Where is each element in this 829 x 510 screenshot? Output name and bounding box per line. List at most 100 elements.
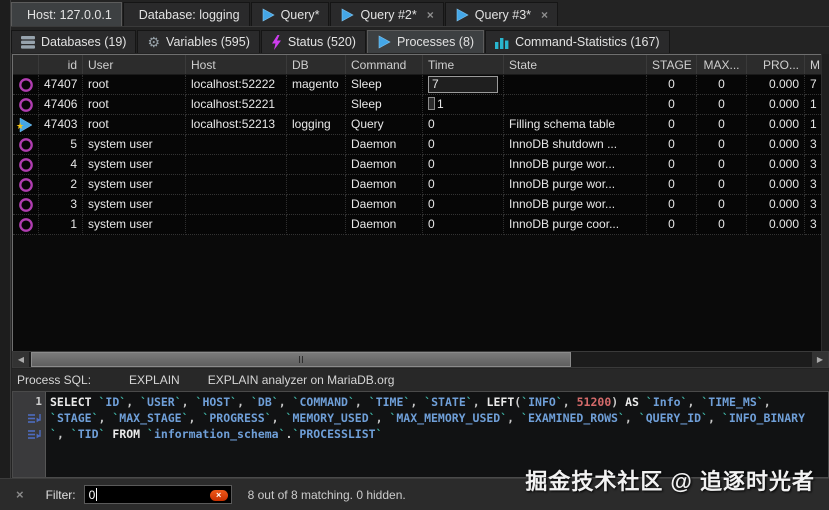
column-header-command[interactable]: Command [346,55,423,74]
cell-user[interactable]: system user [83,215,186,235]
tab-database[interactable]: Database: logging [123,2,250,26]
scrollbar-track[interactable] [29,352,812,367]
cell-id[interactable]: 4 [39,155,83,175]
cell-state[interactable]: InnoDB purge wor... [504,175,647,195]
sub-tab-status[interactable]: Status (520) [261,30,366,53]
cell-command[interactable]: Daemon [346,135,423,155]
cell-db[interactable] [287,175,346,195]
cell-icon[interactable] [13,95,39,115]
cell-stage[interactable]: 0 [647,195,697,215]
cell-pro[interactable]: 0.000 [747,175,805,195]
cell-state[interactable] [504,75,647,95]
cell-time[interactable]: 0 [423,195,504,215]
cell-host[interactable] [186,215,287,235]
tab-query-2[interactable]: Query #2*× [330,2,443,26]
cell-stage[interactable]: 0 [647,155,697,175]
scrollbar-thumb[interactable] [31,352,571,367]
cell-state[interactable] [504,95,647,115]
sub-tab-variables[interactable]: ⚙Variables (595) [137,30,259,53]
cell-max[interactable]: 0 [697,75,747,95]
cell-pro[interactable]: 0.000 [747,195,805,215]
cell-host[interactable] [186,155,287,175]
column-header-icon[interactable] [13,55,39,74]
sub-tab-processes[interactable]: Processes (8) [367,30,484,53]
cell-time[interactable]: 0 [423,175,504,195]
cell-max[interactable]: 0 [697,135,747,155]
process-row[interactable]: 5system userDaemon0InnoDB shutdown ...00… [13,135,829,155]
explain-analyzer-button[interactable]: EXPLAIN analyzer on MariaDB.org [208,373,395,387]
cell-icon[interactable] [13,75,39,95]
cell-icon[interactable] [13,175,39,195]
cell-host[interactable]: localhost:52221 [186,95,287,115]
cell-time[interactable]: 7 [423,75,504,95]
cell-pro[interactable]: 0.000 [747,155,805,175]
close-tab-icon[interactable]: × [427,8,434,22]
cell-pro[interactable]: 0.000 [747,75,805,95]
cell-stage[interactable]: 0 [647,175,697,195]
cell-host[interactable]: localhost:52213 [186,115,287,135]
cell-user[interactable]: root [83,95,186,115]
cell-db[interactable]: logging [287,115,346,135]
cell-db[interactable] [287,215,346,235]
process-row[interactable]: 1system userDaemon0InnoDB purge coor...0… [13,215,829,235]
cell-db[interactable]: magento [287,75,346,95]
cell-pro[interactable]: 0.000 [747,135,805,155]
vertical-scrollbar[interactable] [821,54,829,351]
cell-id[interactable]: 1 [39,215,83,235]
cell-user[interactable]: system user [83,135,186,155]
sub-tab-databases[interactable]: Databases (19) [11,30,136,53]
cell-user[interactable]: system user [83,155,186,175]
cell-max[interactable]: 0 [697,215,747,235]
cell-stage[interactable]: 0 [647,215,697,235]
cell-time[interactable]: 0 [423,135,504,155]
cell-state[interactable]: Filling schema table [504,115,647,135]
cell-host[interactable] [186,135,287,155]
cell-command[interactable]: Daemon [346,155,423,175]
cell-user[interactable]: root [83,75,186,95]
column-header-state[interactable]: State [504,55,647,74]
column-header-db[interactable]: DB [287,55,346,74]
cell-id[interactable]: 2 [39,175,83,195]
cell-host[interactable] [186,175,287,195]
cell-user[interactable]: system user [83,175,186,195]
inline-cell-editor[interactable]: 7 [428,76,498,93]
cell-command[interactable]: Daemon [346,175,423,195]
process-row[interactable]: 47407rootlocalhost:52222magentoSleep7000… [13,75,829,95]
cell-host[interactable] [186,195,287,215]
column-header-host[interactable]: Host [186,55,287,74]
cell-host[interactable]: localhost:52222 [186,75,287,95]
cell-icon[interactable]: ★ [13,115,39,135]
cell-pro[interactable]: 0.000 [747,95,805,115]
cell-id[interactable]: 5 [39,135,83,155]
cell-max[interactable]: 0 [697,195,747,215]
column-header-pro[interactable]: PRO... [747,55,805,74]
cell-state[interactable]: InnoDB shutdown ... [504,135,647,155]
cell-id[interactable]: 3 [39,195,83,215]
cell-time[interactable]: 1 [423,95,504,115]
explain-button[interactable]: EXPLAIN [129,373,180,387]
cell-command[interactable]: Sleep [346,95,423,115]
cell-stage[interactable]: 0 [647,115,697,135]
cell-stage[interactable]: 0 [647,95,697,115]
cell-command[interactable]: Daemon [346,215,423,235]
horizontal-scrollbar[interactable]: ◀ ▶ [12,351,829,368]
cell-time[interactable]: 0 [423,215,504,235]
cell-command[interactable]: Sleep [346,75,423,95]
cell-pro[interactable]: 0.000 [747,215,805,235]
cell-time[interactable]: 0 [423,115,504,135]
filter-input[interactable]: 0 × [84,485,232,504]
cell-db[interactable] [287,155,346,175]
cell-user[interactable]: root [83,115,186,135]
cell-id[interactable]: 47403 [39,115,83,135]
cell-max[interactable]: 0 [697,95,747,115]
cell-stage[interactable]: 0 [647,75,697,95]
cell-max[interactable]: 0 [697,175,747,195]
column-header-time[interactable]: Time [423,55,504,74]
column-header-stage[interactable]: STAGE [647,55,697,74]
column-header-id[interactable]: id [39,55,83,74]
cell-state[interactable]: InnoDB purge wor... [504,195,647,215]
scroll-right-arrow-icon[interactable]: ▶ [812,352,828,367]
process-row[interactable]: 47406rootlocalhost:52221Sleep1000.0001 [13,95,829,115]
cell-stage[interactable]: 0 [647,135,697,155]
cell-icon[interactable] [13,135,39,155]
